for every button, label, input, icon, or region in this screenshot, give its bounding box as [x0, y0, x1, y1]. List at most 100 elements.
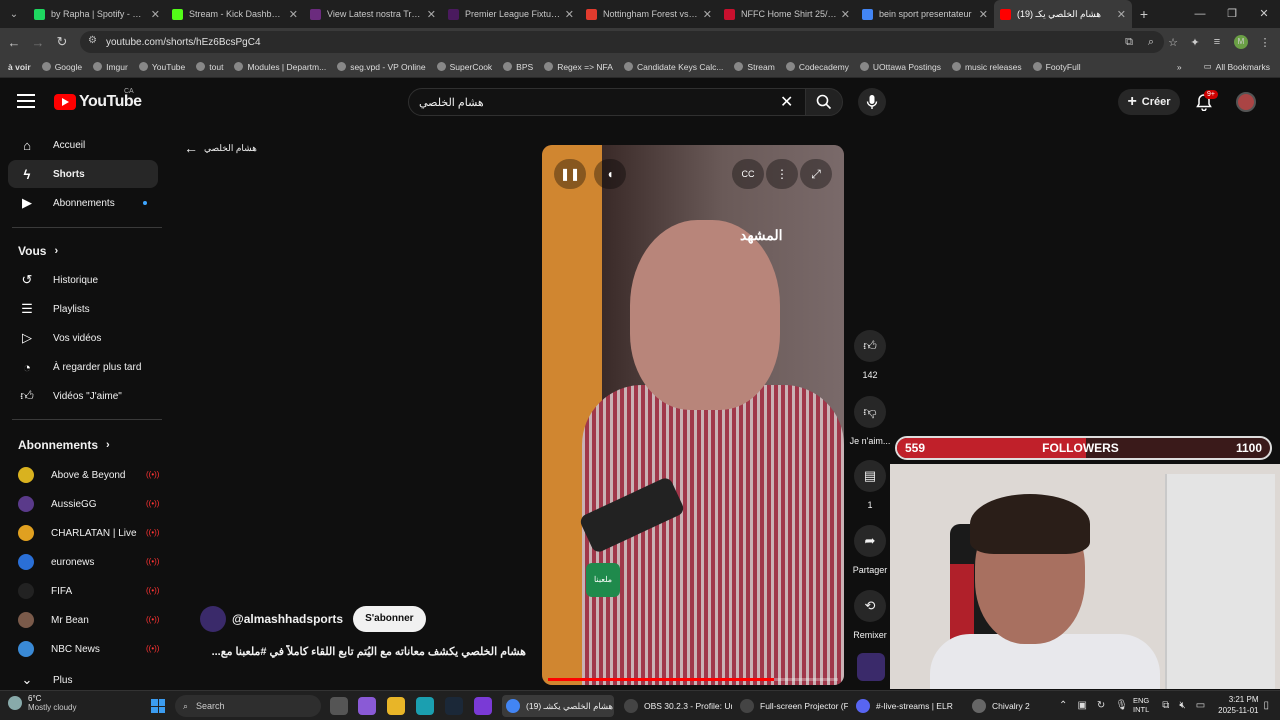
copilot-icon[interactable] — [358, 697, 376, 715]
volume-button[interactable]: ◖ — [594, 159, 626, 189]
back-to-search-button[interactable]: ← هشام الخلصي — [184, 140, 257, 156]
bookmark-item[interactable]: Imgur — [93, 62, 128, 72]
taskbar-task[interactable]: Full-screen Projector (F — [736, 695, 848, 717]
restore-icon[interactable]: ❐ — [1216, 0, 1248, 28]
taskbar-search[interactable]: ⌕ Search — [175, 695, 321, 717]
more-options-button[interactable]: ⋮ — [766, 159, 798, 189]
browser-tab[interactable]: (19) هشام الخلصي يكـ ✕ — [994, 0, 1132, 28]
remix-button[interactable]: ⟲ Remixer — [846, 590, 894, 640]
browser-tab[interactable]: Premier League Fixtures & ✕ — [442, 0, 580, 28]
tab-close-icon[interactable]: ✕ — [427, 8, 436, 21]
forward-icon[interactable]: → — [26, 35, 50, 50]
tab-close-icon[interactable]: ✕ — [151, 8, 160, 21]
browser-tab[interactable]: by Rapha | Spotify - عربي ✕ — [28, 0, 166, 28]
browser-menu-icon[interactable]: ⋮ — [1254, 36, 1276, 49]
zoom-icon[interactable]: ⌕ — [1140, 36, 1162, 49]
youtube-logo[interactable]: YouTube CA — [54, 88, 142, 111]
extensions-icon[interactable]: ✦ — [1184, 36, 1206, 49]
chevron-up-icon[interactable]: ⌃ — [1059, 700, 1067, 711]
bookmark-item[interactable]: Codecademy — [785, 62, 849, 72]
notification-center-icon[interactable]: ▯ — [1263, 700, 1269, 711]
bookmark-item[interactable]: Modules | Departm... — [234, 62, 326, 72]
tab-close-icon[interactable]: ✕ — [1117, 8, 1126, 21]
all-bookmarks-button[interactable]: » ▭ All Bookmarks — [1177, 61, 1270, 72]
install-icon[interactable]: ⧉ — [1118, 36, 1140, 49]
bookmark-item[interactable]: Regex => NFA — [544, 62, 613, 72]
shorts-video-player[interactable]: المشهد ملعبنا ❚❚ ◖ CC ⋮ ⤢ — [542, 145, 844, 685]
tab-close-icon[interactable]: ✕ — [979, 8, 988, 21]
network-icon[interactable]: ⧉ — [1162, 700, 1169, 711]
reload-icon[interactable]: ↻ — [50, 34, 74, 50]
like-button[interactable]: 👍︎ 142 — [846, 330, 894, 380]
back-icon[interactable]: ← — [2, 35, 26, 50]
language-indicator[interactable]: ENG INTL — [1133, 696, 1149, 714]
bookmarks-overflow-icon[interactable]: » — [1177, 62, 1182, 72]
browser-tab[interactable]: Nottingham Forest vs. Ma ✕ — [580, 0, 718, 28]
task-view-icon[interactable] — [330, 697, 348, 715]
battery-icon[interactable]: ▭ — [1196, 700, 1205, 711]
voice-search-button[interactable] — [858, 88, 886, 116]
bookmark-item[interactable]: Stream — [734, 62, 775, 72]
url-field[interactable]: ⚙ youtube.com/shorts/hEz6BcsPgC4 — [80, 31, 1164, 53]
subscription-channel[interactable]: Mr Bean ((•)) — [8, 606, 159, 634]
guide-menu-icon[interactable] — [17, 94, 35, 108]
subscription-channel[interactable]: FIFA ((•)) — [8, 577, 159, 605]
tray-sync-icon[interactable]: ↻ — [1097, 700, 1105, 711]
app-icon[interactable] — [416, 697, 434, 715]
subscribe-button[interactable]: S'abonner — [353, 606, 426, 632]
pause-button[interactable]: ❚❚ — [554, 159, 586, 189]
taskbar-task[interactable]: OBS 30.2.3 - Profile: Ur — [620, 695, 732, 717]
taskbar-task[interactable]: هشام الخلصي يكشـ (19) — [502, 695, 614, 717]
taskbar-task[interactable]: Chivalry 2 — [968, 695, 1036, 717]
channel-thumbnail[interactable] — [857, 653, 885, 681]
start-button[interactable] — [151, 699, 165, 713]
comments-button[interactable]: ▤ 1 — [846, 460, 894, 510]
tray-app-icon[interactable]: ▣ — [1077, 700, 1086, 711]
browser-tab[interactable]: Stream - Kick Dashboard ✕ — [166, 0, 304, 28]
sidebar-item-you[interactable]: ▷ Vos vidéos — [8, 324, 158, 352]
close-window-icon[interactable]: ✕ — [1248, 0, 1280, 28]
app-icon-purple[interactable] — [474, 697, 492, 715]
captions-button[interactable]: CC — [732, 159, 764, 189]
share-button[interactable]: ➦ Partager — [846, 525, 894, 575]
bookmark-item[interactable]: à voir — [8, 62, 31, 72]
browser-tab[interactable]: View Latest nostra Trabel ✕ — [304, 0, 442, 28]
bookmark-item[interactable]: tout — [196, 62, 223, 72]
bookmark-item[interactable]: Google — [41, 62, 82, 72]
bookmark-item[interactable]: BPS — [503, 62, 533, 72]
profile-avatar[interactable]: M — [1234, 35, 1248, 49]
subscription-channel[interactable]: CHARLATAN | Live ((•)) — [8, 519, 159, 547]
bookmark-item[interactable]: Candidate Keys Calc... — [623, 62, 723, 72]
bookmark-item[interactable]: seg.vpd - VP Online — [337, 62, 426, 72]
volume-muted-icon[interactable]: 🔇︎ — [1179, 700, 1185, 711]
channel-avatar[interactable] — [200, 606, 226, 632]
clock[interactable]: 3:21 PM 2025-11-01 — [1218, 694, 1258, 716]
sidebar-item-you[interactable]: 👍︎ Vidéos "J'aime" — [8, 382, 158, 410]
minimize-icon[interactable]: — — [1184, 0, 1216, 28]
clear-search-icon[interactable]: ✕ — [780, 92, 793, 112]
subscriptions-section-header[interactable]: Abonnements › — [18, 438, 110, 452]
channel-handle[interactable]: @almashhadsports — [232, 612, 343, 626]
search-button[interactable] — [805, 88, 843, 116]
tab-close-icon[interactable]: ✕ — [841, 8, 850, 21]
subscription-channel[interactable]: NBC News ((•)) — [8, 635, 159, 663]
weather-widget[interactable]: 6°C Mostly cloudy — [8, 694, 76, 712]
sidebar-item-accueil[interactable]: ⌂ Accueil — [8, 131, 158, 159]
sidebar-item-you[interactable]: ↺ Historique — [8, 266, 158, 294]
video-title[interactable]: هشام الخلصي يكشف معاناته مع اليُتم تابع … — [200, 645, 526, 658]
sidebar-item-you[interactable]: ☰ Playlists — [8, 295, 158, 323]
browser-tab[interactable]: bein sport presentateur ✕ — [856, 0, 994, 28]
sidebar-item-abonnements[interactable]: ▶ Abonnements — [8, 189, 158, 217]
new-tab-button[interactable]: + — [1132, 6, 1156, 22]
taskbar-task[interactable]: #-live-streams | ELR — [852, 695, 964, 717]
video-progress-bar[interactable] — [548, 678, 838, 681]
tab-close-icon[interactable]: ✕ — [289, 8, 298, 21]
tab-search-icon[interactable]: ⌄ — [0, 0, 28, 28]
bookmark-item[interactable]: UOttawa Postings — [859, 62, 941, 72]
sidebar-item-you[interactable]: ◔ À regarder plus tard — [8, 353, 158, 381]
bookmark-star-icon[interactable]: ☆ — [1162, 36, 1184, 49]
search-input[interactable]: هشام الخلصي — [408, 88, 806, 116]
browser-tab[interactable]: NFFC Home Shirt 25/26 ✕ — [718, 0, 856, 28]
file-explorer-icon[interactable] — [387, 697, 405, 715]
subscription-channel[interactable]: euronews ((•)) — [8, 548, 159, 576]
